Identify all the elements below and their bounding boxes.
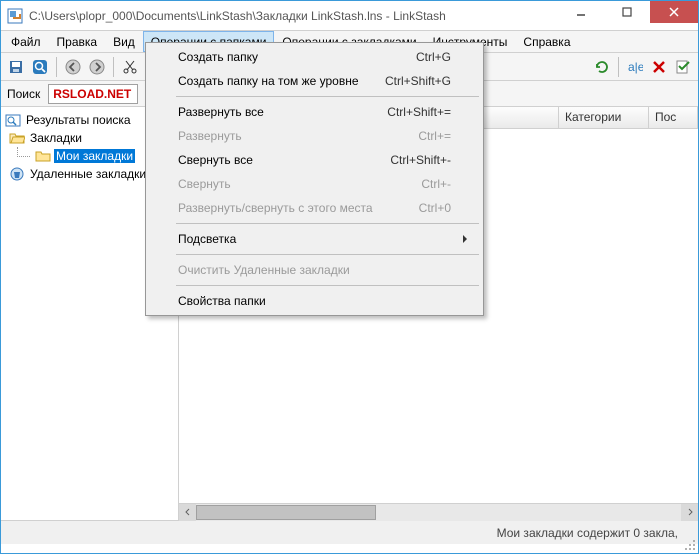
tree-label: Удаленные закладки <box>28 167 148 181</box>
statusbar: Мои закладки содержит 0 закла, <box>1 520 698 544</box>
tree-label: Результаты поиска <box>24 113 133 127</box>
menu-separator <box>176 223 479 224</box>
scroll-right-icon[interactable] <box>681 504 698 521</box>
back-icon[interactable] <box>62 56 84 78</box>
refresh-icon[interactable] <box>591 56 613 78</box>
menu-view[interactable]: Вид <box>105 31 143 52</box>
forward-icon[interactable] <box>86 56 108 78</box>
window-title: C:\Users\plopr_000\Documents\LinkStash\З… <box>29 9 558 23</box>
toolbar-separator <box>113 57 114 77</box>
minimize-button[interactable] <box>558 1 604 23</box>
column-last[interactable]: Пос <box>649 107 698 128</box>
delete-icon[interactable] <box>648 56 670 78</box>
menu-create-folder-same-level[interactable]: Создать папку на том же уровнеCtrl+Shift… <box>148 69 481 93</box>
save-icon[interactable] <box>5 56 27 78</box>
menu-edit[interactable]: Правка <box>49 31 106 52</box>
menu-separator <box>176 254 479 255</box>
menu-expand-all[interactable]: Развернуть всеCtrl+Shift+= <box>148 100 481 124</box>
scroll-track[interactable] <box>196 504 681 521</box>
tree-label: Закладки <box>28 131 84 145</box>
titlebar: C:\Users\plopr_000\Documents\LinkStash\З… <box>1 1 698 31</box>
cut-icon[interactable] <box>119 56 141 78</box>
menu-separator <box>176 96 479 97</box>
search-label: Поиск <box>5 87 42 101</box>
trash-icon <box>9 166 25 182</box>
maximize-button[interactable] <box>604 1 650 23</box>
horizontal-scrollbar[interactable] <box>179 503 698 520</box>
toolbar-separator <box>56 57 57 77</box>
check-icon[interactable] <box>672 56 694 78</box>
menu-collapse-all[interactable]: Свернуть всеCtrl+Shift+- <box>148 148 481 172</box>
menu-separator <box>176 285 479 286</box>
folder-open-icon <box>9 130 25 146</box>
toolbar-separator <box>618 57 619 77</box>
menu-file[interactable]: Файл <box>3 31 49 52</box>
scroll-left-icon[interactable] <box>179 504 196 521</box>
scroll-thumb[interactable] <box>196 505 376 520</box>
svg-text:a|e: a|e <box>628 60 643 74</box>
window-controls <box>558 1 698 30</box>
menu-highlight[interactable]: Подсветка <box>148 227 481 251</box>
menu-collapse: СвернутьCtrl+- <box>148 172 481 196</box>
status-text: Мои закладки содержит 0 закла, <box>497 526 678 540</box>
search-input[interactable] <box>48 84 138 104</box>
menu-create-folder[interactable]: Создать папкуCtrl+G <box>148 45 481 69</box>
resize-grip-icon[interactable] <box>684 539 696 551</box>
folder-ops-dropdown: Создать папкуCtrl+G Создать папку на том… <box>145 42 484 316</box>
menu-folder-properties[interactable]: Свойства папки <box>148 289 481 313</box>
tree-label: Мои закладки <box>54 149 135 163</box>
menu-help[interactable]: Справка <box>515 31 578 52</box>
rename-icon[interactable]: a|e <box>624 56 646 78</box>
search-results-icon <box>5 112 21 128</box>
menu-toggle-from-here: Развернуть/свернуть с этого местаCtrl+0 <box>148 196 481 220</box>
column-category[interactable]: Категории <box>559 107 649 128</box>
folder-icon <box>35 148 51 164</box>
search-icon[interactable] <box>29 56 51 78</box>
close-button[interactable] <box>650 1 698 23</box>
app-icon <box>7 8 23 24</box>
menu-clear-deleted: Очистить Удаленные закладки <box>148 258 481 282</box>
menu-expand: РазвернутьCtrl+= <box>148 124 481 148</box>
